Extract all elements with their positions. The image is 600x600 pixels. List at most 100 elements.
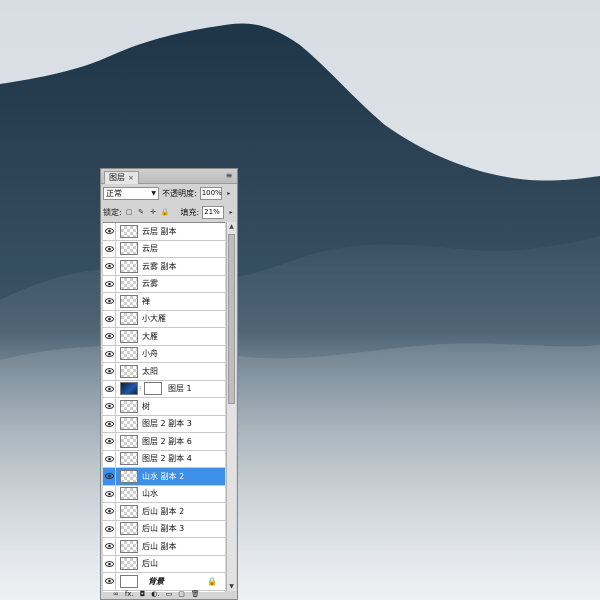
fill-arrow-icon[interactable]: ▸ (227, 206, 235, 219)
layer-row[interactable]: 小舟 (103, 345, 225, 363)
layer-name: 后山 副本 3 (142, 524, 185, 534)
layer-name: 树 (142, 401, 150, 411)
layer-name: 图层 2 副本 3 (142, 419, 192, 429)
eye-icon[interactable] (103, 223, 116, 240)
panel-menu-icon[interactable]: ≡ (224, 171, 234, 181)
layers-panel: 图层 × ≡ 正常 ▼ 不透明度: 100% ▸ 锁定: ▢ ✎ ✛ 🔒 填充:… (100, 168, 238, 600)
layer-thumbnail (120, 434, 138, 448)
chain-icon[interactable]: ⁝ (139, 385, 143, 393)
layer-name: 禅 (142, 296, 150, 306)
layer-thumbnail (120, 469, 138, 483)
layer-name: 大雁 (142, 331, 158, 341)
eye-icon[interactable] (103, 450, 116, 467)
eye-icon[interactable] (103, 328, 116, 345)
eye-icon[interactable] (103, 520, 116, 537)
layer-list-scrollbar[interactable]: ▲ ▼ (226, 222, 236, 591)
layer-row[interactable]: 图层 2 副本 4 (103, 450, 225, 468)
eye-icon[interactable] (103, 503, 116, 520)
lock-label: 锁定: (103, 207, 122, 217)
layer-row[interactable]: 后山 副本 2 (103, 503, 225, 521)
lock-row: 锁定: ▢ ✎ ✛ 🔒 填充: 21% ▸ (103, 205, 235, 219)
layer-row[interactable]: 云层 (103, 240, 225, 258)
layer-row[interactable]: ⁝ 图层 1 (103, 380, 225, 398)
layer-row[interactable]: 太阳 (103, 363, 225, 381)
fill-label: 填充: (180, 207, 200, 217)
layer-name: 山水 副本 2 (142, 471, 185, 481)
adjustment-icon[interactable]: ◐. (151, 590, 159, 598)
fx-icon[interactable]: fx. (125, 590, 134, 598)
layer-name: 后山 副本 (142, 541, 177, 551)
layer-name: 云层 副本 (142, 226, 177, 236)
scroll-up-icon[interactable]: ▲ (227, 222, 236, 231)
eye-icon[interactable] (103, 398, 116, 415)
eye-icon[interactable] (103, 415, 116, 432)
close-icon[interactable]: × (128, 172, 134, 184)
layer-row[interactable]: 图层 2 副本 6 (103, 433, 225, 451)
layer-row[interactable]: 大雁 (103, 328, 225, 346)
eye-icon[interactable] (103, 538, 116, 555)
layer-row[interactable]: 图层 2 副本 3 (103, 415, 225, 433)
group-icon[interactable]: ▭ (166, 590, 173, 598)
opacity-label: 不透明度: (162, 188, 197, 198)
lock-position-icon[interactable]: ✛ (149, 208, 158, 217)
layer-row[interactable]: 禅 (103, 293, 225, 311)
layer-name: 小舟 (142, 349, 158, 359)
layer-row[interactable]: 后山 副本 3 (103, 520, 225, 538)
tab-layers-label: 图层 (109, 173, 125, 182)
layer-row[interactable]: 云层 副本 (103, 223, 225, 241)
layer-name: 图层 2 副本 4 (142, 454, 192, 464)
new-layer-icon[interactable]: ▢ (178, 590, 185, 598)
eye-icon[interactable] (103, 363, 116, 380)
layer-row[interactable]: 山水 (103, 485, 225, 503)
layer-thumbnail (120, 277, 138, 291)
layer-name: 云雾 副本 (142, 261, 177, 271)
blend-mode-value: 正常 (106, 188, 122, 198)
eye-icon[interactable] (103, 485, 116, 502)
layer-row[interactable]: 背景 🔒 (103, 573, 225, 591)
layer-row[interactable]: 小大雁 (103, 310, 225, 328)
opacity-input[interactable]: 100% (199, 186, 222, 200)
canvas-artwork (0, 0, 600, 600)
eye-icon[interactable] (103, 293, 116, 310)
eye-icon[interactable] (103, 345, 116, 362)
layer-thumbnail (120, 382, 138, 396)
layer-row[interactable]: 云雾 副本 (103, 258, 225, 276)
trash-icon[interactable]: 🗑 (191, 590, 200, 598)
layer-row[interactable]: 后山 副本 (103, 538, 225, 556)
fill-input[interactable]: 21% (202, 205, 225, 219)
layer-thumbnail (120, 539, 138, 553)
eye-icon[interactable] (103, 433, 116, 450)
layer-name: 云层 (142, 244, 158, 254)
eye-icon[interactable] (103, 380, 116, 397)
eye-icon[interactable] (103, 240, 116, 257)
eye-icon[interactable] (103, 310, 116, 327)
eye-icon[interactable] (103, 573, 116, 590)
lock-all-icon[interactable]: 🔒 (161, 208, 170, 217)
lock-transparency-icon[interactable]: ▢ (125, 208, 134, 217)
layer-name: 后山 副本 2 (142, 506, 185, 516)
layer-name: 小大雁 (142, 314, 166, 324)
link-icon[interactable]: ∞ (113, 590, 119, 598)
layer-thumbnail (120, 557, 138, 571)
tab-layers[interactable]: 图层 × (104, 171, 139, 184)
blend-mode-select[interactable]: 正常 ▼ (103, 186, 159, 200)
scroll-thumb[interactable] (228, 234, 235, 404)
layer-thumbnail (120, 329, 138, 343)
chevron-down-icon: ▼ (151, 189, 156, 197)
lock-pixels-icon[interactable]: ✎ (137, 208, 146, 217)
eye-icon[interactable] (103, 468, 116, 485)
layer-mask-thumbnail (144, 382, 162, 396)
mask-icon[interactable]: ◘ (140, 590, 146, 598)
layer-row[interactable]: 后山 (103, 555, 225, 573)
eye-icon[interactable] (103, 555, 116, 572)
layer-thumbnail (120, 399, 138, 413)
blend-row: 正常 ▼ 不透明度: 100% ▸ (103, 185, 235, 201)
layer-row[interactable]: 山水 副本 2 (103, 468, 225, 486)
layer-row[interactable]: 树 (103, 398, 225, 416)
eye-icon[interactable] (103, 275, 116, 292)
layer-row[interactable]: 云雾 (103, 275, 225, 293)
eye-icon[interactable] (103, 258, 116, 275)
layer-thumbnail (120, 522, 138, 536)
opacity-arrow-icon[interactable]: ▸ (225, 187, 233, 200)
layer-thumbnail (120, 259, 138, 273)
